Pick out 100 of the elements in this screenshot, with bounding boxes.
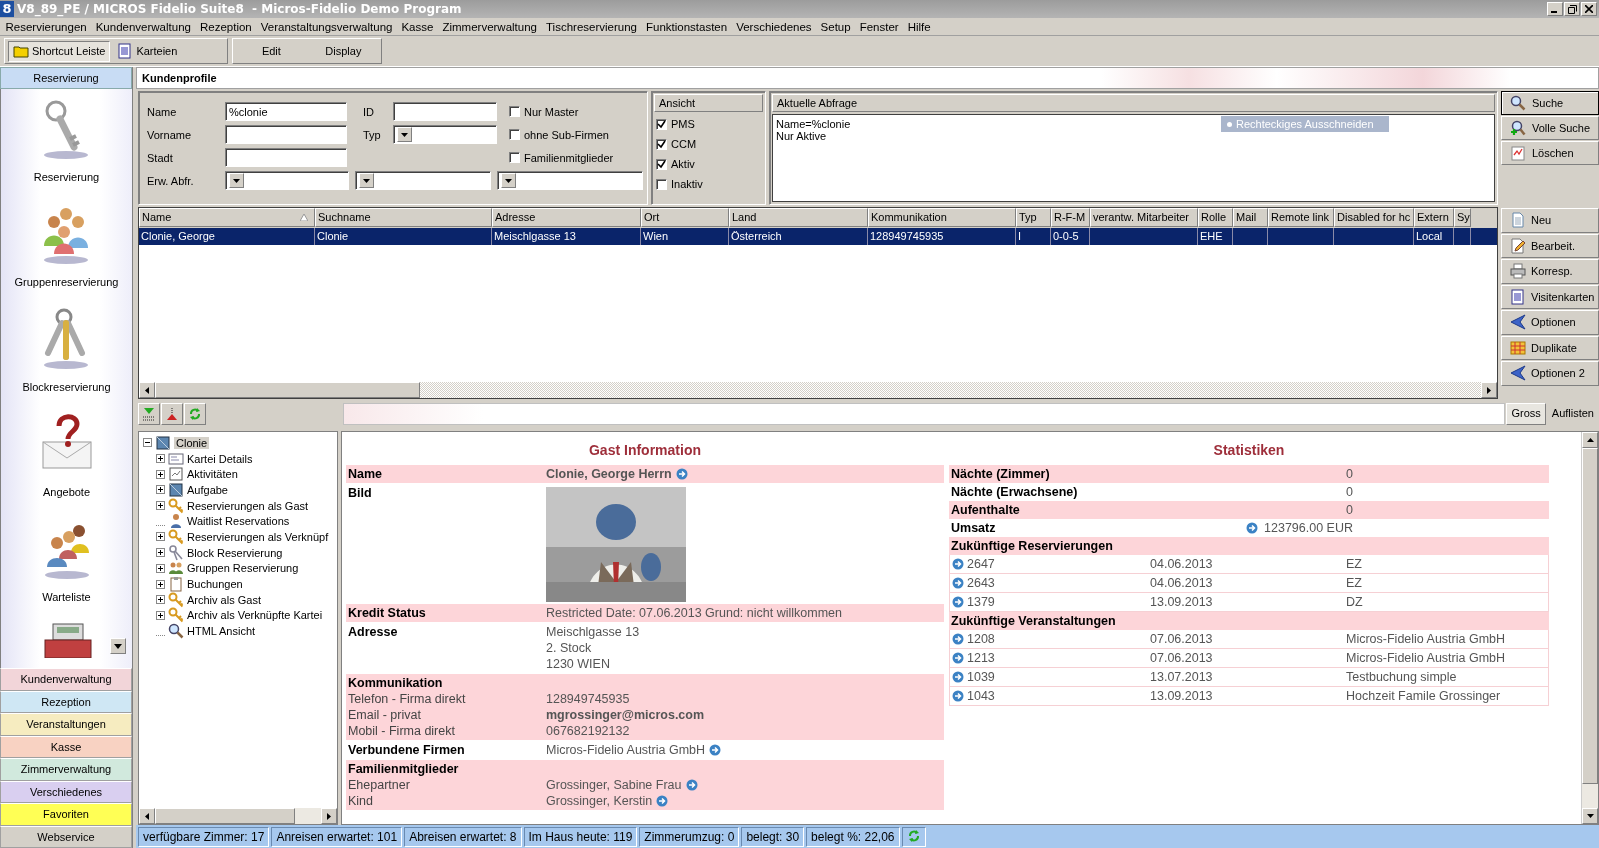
table-row[interactable]: Clonie, George Clonie Meischlgasse 13 Wien Österreich 128949745935 I 0-0-5 EHE Local <box>139 227 1497 245</box>
view-tab[interactable]: Auflisten <box>1546 403 1599 425</box>
record-button[interactable]: Visitenkarten <box>1501 284 1599 309</box>
checkbox-option[interactable]: Familienmitglieder <box>509 151 647 164</box>
search-button[interactable]: Löschen <box>1501 141 1599 165</box>
shortcut-label[interactable]: Angebote <box>42 486 91 498</box>
collapse-toggle[interactable] <box>143 438 152 448</box>
arrow-circle-icon[interactable] <box>709 744 722 756</box>
section-button[interactable]: Favoriten <box>0 803 132 826</box>
menu-item[interactable]: Zimmerverwaltung <box>437 20 542 33</box>
toolbar-tab[interactable]: Shortcut Leiste <box>8 40 111 62</box>
arrow-circle-icon[interactable] <box>1246 522 1259 534</box>
checkbox[interactable] <box>509 129 520 140</box>
column-header[interactable]: Ort <box>641 208 729 227</box>
search-button[interactable]: Suche <box>1501 91 1599 115</box>
scrollbar[interactable] <box>139 382 1497 398</box>
checkbox-option[interactable]: Nur Master <box>509 105 647 118</box>
menu-item[interactable]: Kundenverwaltung <box>91 20 196 33</box>
tree-item[interactable]: Reservierungen als Gast <box>187 499 309 512</box>
arrow-circle-icon[interactable] <box>952 558 964 570</box>
toolbar-button[interactable]: Display <box>308 40 379 62</box>
section-button[interactable]: Verschiedenes <box>0 780 132 803</box>
shortcut-label[interactable]: Warteliste <box>42 591 91 603</box>
menu-item[interactable]: Veranstaltungsverwaltung <box>256 20 397 33</box>
filter-down-button[interactable] <box>138 403 160 425</box>
section-button[interactable]: Kasse <box>0 735 132 758</box>
column-header[interactable]: R-F-M <box>1051 208 1090 227</box>
column-header[interactable]: verantw. Mitarbeiter <box>1090 208 1198 227</box>
arrow-circle-icon[interactable] <box>952 596 964 608</box>
column-header[interactable]: Kommunikation <box>868 208 1016 227</box>
dropdown[interactable] <box>497 171 643 190</box>
refresh-button[interactable] <box>184 403 206 425</box>
dropdown[interactable] <box>393 125 497 144</box>
first-name-field[interactable] <box>225 125 347 144</box>
expand-toggle[interactable] <box>156 610 165 620</box>
menu-item[interactable]: Fenster <box>855 20 904 33</box>
scrollbar[interactable] <box>1581 432 1598 824</box>
arrow-circle-icon[interactable] <box>952 671 964 683</box>
shortcut-label[interactable]: Gruppenreservierung <box>14 276 119 288</box>
column-header[interactable]: Remote link <box>1268 208 1334 227</box>
menu-item[interactable]: Verschiedenes <box>731 20 817 33</box>
expand-toggle[interactable] <box>156 579 165 589</box>
tree-item[interactable]: HTML Ansicht <box>187 625 256 638</box>
id-field[interactable] <box>393 102 497 121</box>
arrow-circle-icon[interactable] <box>675 468 688 480</box>
record-button[interactable]: Duplikate <box>1501 335 1599 360</box>
tree-item[interactable]: Block Reservierung <box>187 546 283 559</box>
toolbar-button[interactable]: Edit <box>236 40 307 62</box>
tree-item[interactable]: Archiv als Gast <box>187 593 261 606</box>
expand-toggle[interactable] <box>156 469 165 479</box>
city-field[interactable] <box>225 148 347 167</box>
section-button[interactable]: Zimmerverwaltung <box>0 758 132 781</box>
view-tab[interactable]: Gross <box>1506 403 1546 425</box>
tree-item[interactable]: Aufgabe <box>187 483 228 496</box>
section-button[interactable]: Veranstaltungen <box>0 713 132 736</box>
tree-item[interactable]: Buchungen <box>187 578 243 591</box>
menu-item[interactable]: Tischreservierung <box>541 20 642 33</box>
tree-item[interactable]: Aktivitäten <box>187 468 238 481</box>
expand-toggle[interactable] <box>156 454 165 464</box>
menu-item[interactable]: Kasse <box>396 20 438 33</box>
checkbox-option[interactable]: CCM <box>652 134 765 154</box>
record-button[interactable]: Korresp. <box>1501 259 1599 284</box>
checkbox-option[interactable]: PMS <box>652 114 765 134</box>
section-button[interactable]: Rezeption <box>0 690 132 713</box>
search-button[interactable]: Volle Suche <box>1501 116 1599 140</box>
record-button[interactable]: Optionen 2 <box>1501 361 1599 386</box>
checkbox[interactable] <box>656 158 667 170</box>
name-field[interactable]: %clonie <box>225 102 347 121</box>
column-header[interactable]: Disabled for hc <box>1334 208 1414 227</box>
expand-toggle[interactable] <box>156 532 165 542</box>
arrow-circle-icon[interactable] <box>952 633 964 645</box>
column-header[interactable]: Extern <box>1414 208 1454 227</box>
tree-item[interactable]: Clonie <box>174 436 210 449</box>
arrow-circle-icon[interactable] <box>952 577 964 589</box>
arrow-circle-icon[interactable] <box>952 690 964 702</box>
expand-toggle[interactable] <box>156 548 165 558</box>
record-button[interactable]: Optionen <box>1501 310 1599 335</box>
close-button[interactable] <box>1581 2 1597 16</box>
checkbox[interactable] <box>509 152 520 163</box>
checkbox[interactable] <box>656 178 667 190</box>
section-button[interactable]: Webservice <box>0 825 132 848</box>
tree-item[interactable]: Gruppen Reservierung <box>187 562 299 575</box>
column-header[interactable]: Sy <box>1454 208 1471 227</box>
shortcut-label[interactable]: Blockreservierung <box>22 381 111 393</box>
expand-toggle[interactable] <box>156 485 165 495</box>
checkbox[interactable] <box>656 118 667 130</box>
checkbox-option[interactable]: Aktiv <box>652 154 765 174</box>
arrow-circle-icon[interactable] <box>685 779 698 791</box>
column-header[interactable]: Rolle <box>1198 208 1233 227</box>
filter-up-button[interactable] <box>161 403 183 425</box>
tree-item[interactable]: Kartei Details <box>187 452 253 465</box>
arrow-circle-icon[interactable] <box>952 652 964 664</box>
menu-item[interactable]: Funktionstasten <box>641 20 732 33</box>
column-header[interactable]: Adresse <box>492 208 641 227</box>
dropdown[interactable] <box>225 171 349 190</box>
tree-item[interactable]: Archiv als Verknüpfte Kartei <box>187 609 323 622</box>
toolbar-tab[interactable]: Karteien <box>112 40 183 62</box>
sidebar-header[interactable]: Reservierung <box>0 67 132 89</box>
tree-item[interactable]: Waitlist Reservations <box>187 515 290 528</box>
restore-button[interactable] <box>1564 2 1580 16</box>
